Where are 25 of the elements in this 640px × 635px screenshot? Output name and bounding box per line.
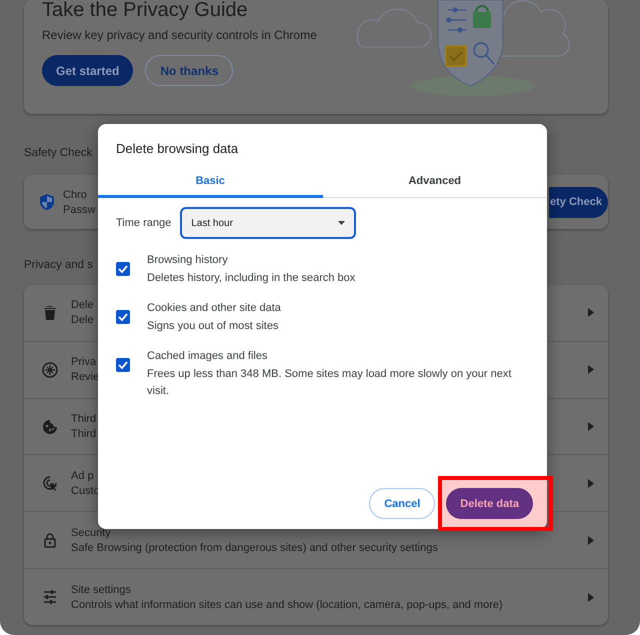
row-title: Security	[71, 526, 111, 539]
row-title: Site settings	[71, 584, 131, 596]
option-title: Cached images and files	[147, 349, 268, 363]
card-title: Take the Privacy Guide	[42, 0, 249, 20]
field-label: Time range	[116, 217, 172, 229]
row-title: Dele	[71, 299, 94, 312]
item-title: Chro	[63, 188, 87, 200]
item-subtitle: Passw	[63, 204, 96, 216]
row-title: Ad p	[71, 470, 94, 482]
row-subtitle: Dele	[71, 314, 94, 326]
row-subtitle: Revie	[71, 371, 100, 384]
row-subtitle: Controls what information sites can use and show (location, camera, pop-ups, and more)	[71, 598, 503, 611]
option-description: Signs you out of most sites	[147, 319, 280, 334]
row-subtitle: Third	[71, 428, 96, 440]
card-description: Review key privacy and security controls in Chrome	[42, 28, 317, 42]
option-description: Frees up less than 348 MB. Some sites may load more slowly on your next visit.	[147, 367, 512, 399]
row-title: Third	[71, 413, 96, 426]
section-heading: Privacy and s	[24, 259, 94, 271]
option-title: Cookies and other site data	[147, 301, 281, 315]
option-description: Deletes history, including in the search box	[147, 271, 356, 286]
row-title: Priva	[71, 356, 96, 368]
option-title: Browsing history	[147, 253, 229, 267]
section-heading: Safety Check	[24, 147, 92, 159]
dialog-title: Delete browsing data	[115, 140, 240, 158]
row-subtitle: Safe Browsing (protection from dangerous sites) and other security settings	[71, 542, 438, 554]
